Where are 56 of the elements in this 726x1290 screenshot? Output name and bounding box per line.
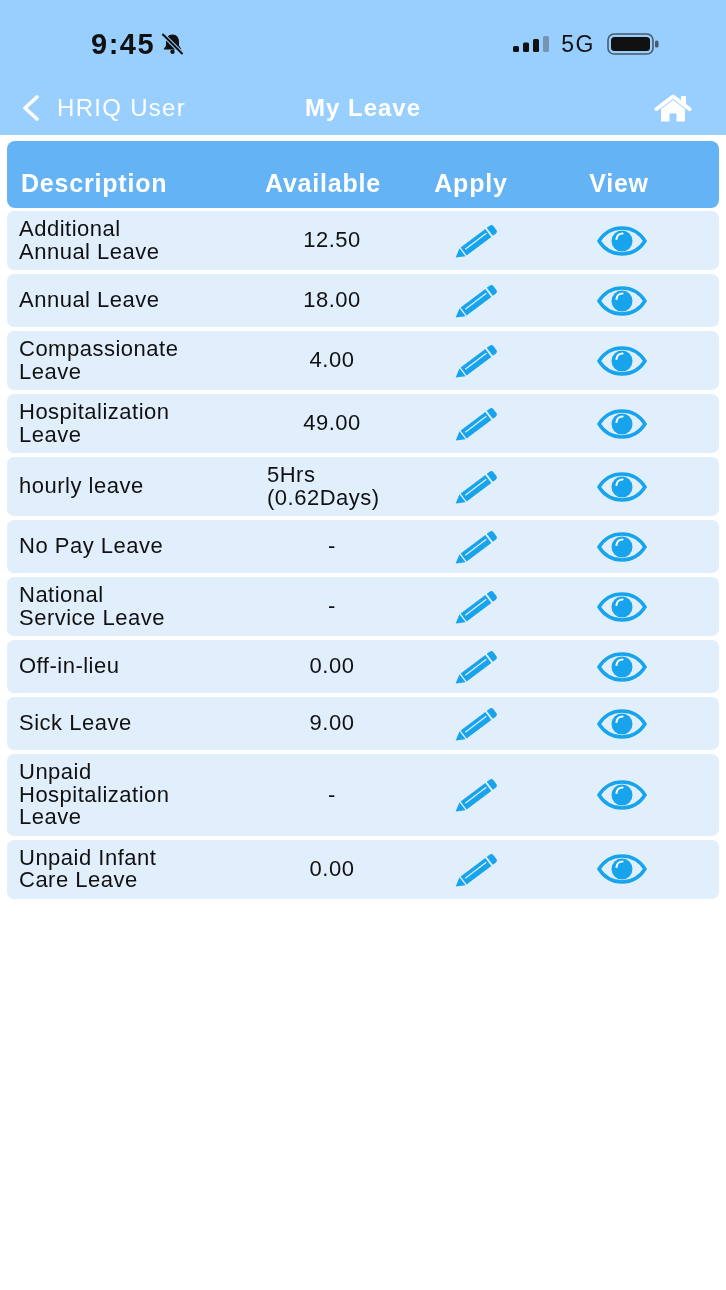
pencil-icon[interactable] [455, 283, 499, 318]
leave-type: No Pay Leave [19, 535, 165, 558]
pencil-icon[interactable] [455, 469, 499, 504]
pencil-icon[interactable] [455, 706, 499, 741]
eye-icon[interactable] [596, 285, 648, 316]
leave-type: Sick Leave [19, 712, 133, 735]
available-balance: 9.00 [309, 712, 355, 735]
eye-icon[interactable] [596, 345, 648, 376]
signal-icon [513, 36, 550, 52]
available-balance: - [328, 595, 336, 618]
leave-type: Additional Annual Leave [19, 218, 161, 263]
pencil-icon[interactable] [455, 649, 499, 684]
available-balance: 18.00 [303, 289, 361, 312]
chevron-left-icon [22, 94, 40, 121]
leave-type: Off-in-lieu [19, 655, 121, 678]
battery-icon [607, 33, 659, 55]
eye-icon[interactable] [596, 225, 648, 256]
page-title: My Leave [304, 93, 422, 122]
back-button[interactable]: HRIQ User [20, 93, 189, 122]
pencil-icon[interactable] [455, 777, 499, 813]
pencil-icon[interactable] [455, 406, 499, 441]
leave-type: Compassionate Leave [19, 338, 180, 383]
home-icon[interactable] [654, 93, 692, 122]
pencil-icon[interactable] [455, 529, 499, 564]
column-header: View [588, 168, 650, 198]
available-balance: 0.00 [309, 857, 355, 881]
eye-icon[interactable] [596, 591, 648, 622]
leave-type: hourly leave [19, 475, 145, 498]
leave-type: Annual Leave [19, 289, 161, 312]
pencil-icon[interactable] [455, 343, 499, 378]
available-balance: - [328, 535, 336, 558]
available-balance: 49.00 [303, 412, 361, 435]
leave-type: Hospitalization Leave [19, 401, 171, 446]
leave-type: Unpaid Hospitalization Leave [19, 761, 171, 829]
eye-icon[interactable] [596, 651, 648, 682]
pencil-icon[interactable] [455, 223, 499, 258]
pencil-icon[interactable] [455, 851, 499, 887]
available-balance: 12.50 [303, 229, 361, 252]
eye-icon[interactable] [596, 854, 648, 884]
eye-icon[interactable] [596, 471, 648, 502]
leave-type: National Service Leave [19, 584, 166, 629]
leave-type: Unpaid Infant Care Leave [19, 846, 158, 892]
network-label: 5G [561, 31, 595, 57]
available-balance: - [328, 783, 336, 806]
eye-icon[interactable] [596, 708, 648, 739]
column-header: Description [21, 168, 169, 198]
eye-icon[interactable] [596, 531, 648, 562]
available-balance: 0.00 [309, 655, 355, 678]
column-header: Available [263, 168, 383, 198]
pencil-icon[interactable] [455, 589, 499, 624]
status-time: 9:45 [91, 28, 156, 60]
available-balance: 4.00 [309, 349, 355, 372]
eye-icon[interactable] [596, 779, 648, 810]
column-header: Apply [433, 168, 509, 198]
available-balance: 5Hrs (0.62Days) [267, 464, 381, 509]
eye-icon[interactable] [596, 408, 648, 439]
